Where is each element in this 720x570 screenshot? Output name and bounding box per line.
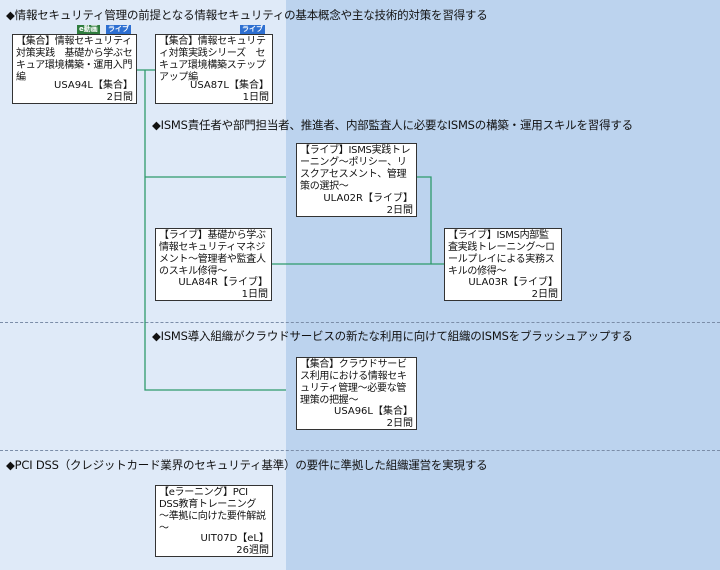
- section-heading-1: ◆情報セキュリティ管理の前提となる情報セキュリティの基本概念や主な技術的対策を習…: [6, 8, 488, 22]
- course-code: ULA84R【ライブ】: [178, 277, 268, 288]
- course-map: ◆情報セキュリティ管理の前提となる情報セキュリティの基本概念や主な技術的対策を習…: [0, 0, 720, 570]
- course-code: ULA03R【ライブ】: [468, 277, 558, 288]
- course-duration: 2日間: [106, 92, 133, 103]
- course-title: 【集合】クラウドサービス利用における情報セキュリティ管理～必要な管理策の把握～: [300, 359, 407, 406]
- course-code: ULA02R【ライブ】: [323, 193, 413, 204]
- course-duration: 26週間: [236, 545, 269, 556]
- course-box-ula02r[interactable]: 【ライブ】ISMS実践トレーニング～ポリシー、リスクアセスメント、管理策の選択～…: [296, 143, 417, 217]
- course-duration: 2日間: [386, 418, 413, 429]
- course-code: USA96L【集合】: [334, 406, 413, 417]
- course-duration: 1日間: [241, 289, 268, 300]
- course-title: 【集合】情報セキュリティ対策実践 基礎から学ぶセキュア環境構築・運用入門編: [16, 36, 133, 83]
- course-box-usa94l[interactable]: 【集合】情報セキュリティ対策実践 基礎から学ぶセキュア環境構築・運用入門編 US…: [12, 34, 137, 104]
- course-box-ula03r[interactable]: 【ライブ】ISMS内部監査実践トレーニング～ロールプレイによる実務スキルの修得～…: [444, 228, 562, 301]
- course-duration: 1日間: [242, 92, 269, 103]
- course-title: 【ライブ】ISMS内部監査実践トレーニング～ロールプレイによる実務スキルの修得～: [448, 230, 555, 277]
- course-box-ula84r[interactable]: 【ライブ】基礎から学ぶ情報セキュリティマネジメント～管理者や監査人のスキル修得～…: [155, 228, 272, 301]
- course-box-uit07d[interactable]: 【eラーニング】PCI DSS教育トレーニング ～準拠に向けた要件解説～ UIT…: [155, 485, 273, 557]
- course-title: 【ライブ】ISMS実践トレーニング～ポリシー、リスクアセスメント、管理策の選択～: [300, 145, 411, 192]
- section-heading-3: ◆ISMS導入組織がクラウドサービスの新たな利用に向けて組織のISMSをブラッシ…: [152, 329, 633, 343]
- course-duration: 2日間: [386, 205, 413, 216]
- badge-live: ライブ: [240, 25, 265, 34]
- connector-ula02r-ula03r: [417, 176, 432, 264]
- course-code: USA94L【集合】: [54, 80, 133, 91]
- section-heading-2: ◆ISMS責任者や部門担当者、推進者、内部監査人に必要なISMSの構築・運用スキ…: [152, 118, 633, 132]
- section-heading-4: ◆PCI DSS（クレジットカード業界のセキュリティ基準）の要件に準拠した組織運…: [6, 458, 488, 472]
- course-box-usa96l[interactable]: 【集合】クラウドサービス利用における情報セキュリティ管理～必要な管理策の把握～ …: [296, 357, 417, 430]
- course-duration: 2日間: [531, 289, 558, 300]
- badge-live: ライブ: [106, 25, 131, 34]
- course-box-usa87l[interactable]: 【集合】情報セキュリティ対策実践シリーズ セキュア環境構築ステップアップ編 US…: [155, 34, 273, 104]
- course-code: USA87L【集合】: [190, 80, 269, 91]
- badge-video: e動画: [77, 25, 100, 34]
- course-title: 【集合】情報セキュリティ対策実践シリーズ セキュア環境構築ステップアップ編: [159, 36, 266, 83]
- course-code: UIT07D【eL】: [200, 533, 269, 544]
- course-title: 【eラーニング】PCI DSS教育トレーニング ～準拠に向けた要件解説～: [159, 487, 266, 534]
- course-title: 【ライブ】基礎から学ぶ情報セキュリティマネジメント～管理者や監査人のスキル修得～: [159, 230, 266, 277]
